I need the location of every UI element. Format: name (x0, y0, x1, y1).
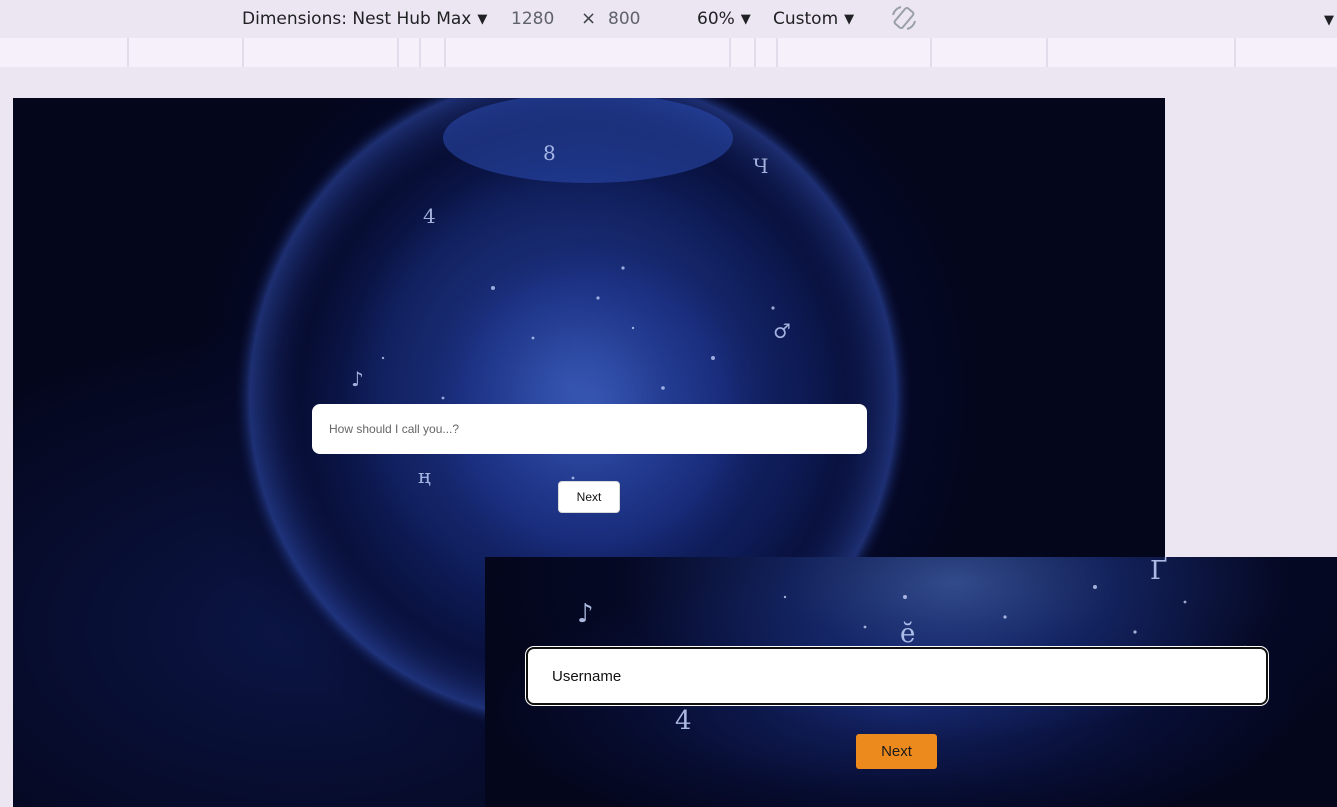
zoom-dropdown[interactable]: 60% ▼ (697, 8, 751, 30)
svg-text:8: 8 (543, 141, 556, 165)
svg-text:ң: ң (418, 464, 431, 488)
username-input[interactable] (526, 647, 1268, 705)
media-query-divider (729, 38, 731, 67)
dimensions-label: Dimensions: Nest Hub Max (242, 9, 472, 29)
svg-text:4: 4 (423, 204, 436, 228)
throttle-label: Custom (773, 9, 839, 29)
media-query-divider (754, 38, 756, 67)
svg-text:ӗ: ӗ (900, 619, 915, 649)
svg-text:4: 4 (675, 706, 692, 736)
svg-text:Ґ: Ґ (1150, 557, 1167, 586)
more-options-icon[interactable]: ▼ (1324, 10, 1334, 32)
media-query-divider (776, 38, 778, 67)
throttle-dropdown[interactable]: Custom ▼ (773, 8, 854, 30)
rotate-icon[interactable] (888, 3, 920, 35)
media-query-divider (444, 38, 446, 67)
svg-text:♪: ♪ (351, 367, 364, 391)
caret-down-icon: ▼ (844, 12, 855, 27)
caret-down-icon: ▼ (740, 12, 751, 27)
times-icon: × (581, 8, 597, 29)
width-field[interactable]: 1280 (511, 8, 554, 30)
caret-down-icon: ▼ (477, 12, 488, 27)
next-button[interactable]: Next (558, 481, 620, 513)
name-input[interactable] (312, 404, 867, 454)
next-button-orange[interactable]: Next (856, 734, 937, 769)
media-query-divider (1234, 38, 1236, 67)
zoom-label: 60% (697, 9, 735, 29)
svg-text:Ч: Ч (753, 154, 768, 178)
svg-text:♪: ♪ (577, 599, 594, 629)
media-query-bar[interactable] (0, 38, 1337, 67)
media-query-divider (397, 38, 399, 67)
device-toolbar: Dimensions: Nest Hub Max ▼ 1280 × 800 60%… (0, 0, 1337, 38)
media-query-divider (930, 38, 932, 67)
dimensions-dropdown[interactable]: Dimensions: Nest Hub Max ▼ (242, 8, 487, 30)
media-query-divider (242, 38, 244, 67)
zoomed-preview: ♪ ӗ 4 Ґ Next (485, 557, 1337, 807)
height-field[interactable]: 800 (608, 8, 640, 30)
media-query-divider (1046, 38, 1048, 67)
media-query-divider (127, 38, 129, 67)
svg-text:♂: ♂ (773, 319, 791, 343)
media-query-divider (419, 38, 421, 67)
